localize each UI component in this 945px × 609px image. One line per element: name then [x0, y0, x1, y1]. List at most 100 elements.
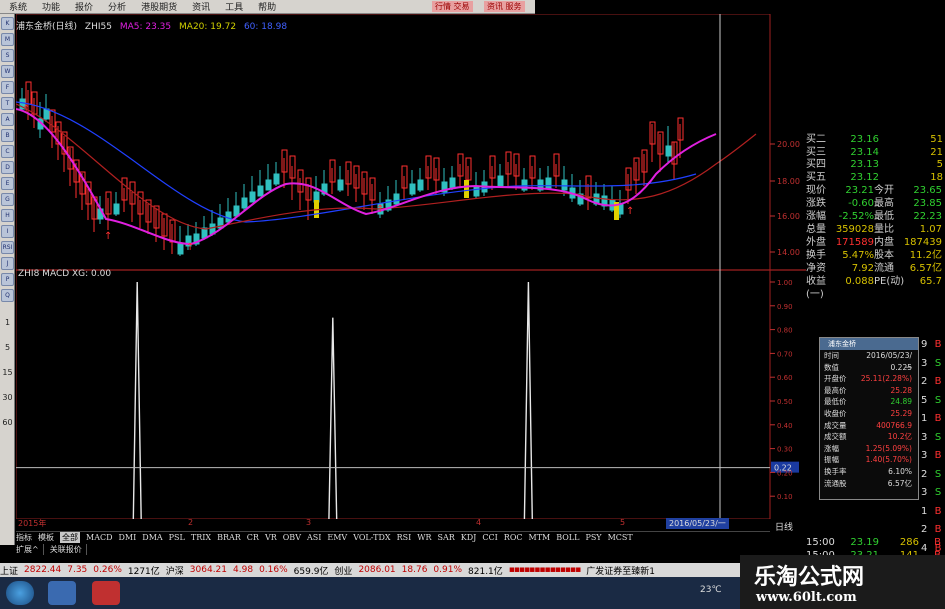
- ext-tab-0[interactable]: 扩展^: [16, 544, 44, 555]
- period-number-3[interactable]: 30: [0, 393, 15, 402]
- menu-item-5[interactable]: 资讯: [192, 0, 210, 13]
- menu-item-7[interactable]: 帮助: [258, 0, 276, 13]
- tool-button-5[interactable]: T: [1, 97, 14, 110]
- tab-8[interactable]: BRAR: [217, 533, 241, 542]
- candle-85: [671, 141, 678, 180]
- menu-item-2[interactable]: 报价: [75, 0, 93, 13]
- tab-7[interactable]: TRIX: [191, 533, 211, 542]
- menu-item-4[interactable]: 港股期货: [141, 0, 177, 13]
- tool-button-15[interactable]: J: [1, 257, 14, 270]
- broker-name[interactable]: 广发证券至臻新1: [586, 564, 655, 577]
- start-icon[interactable]: [6, 581, 34, 605]
- period-number-1[interactable]: 5: [0, 343, 15, 352]
- popup-key: 成交额: [824, 432, 847, 442]
- candle-52: [409, 170, 416, 196]
- app-icon[interactable]: [92, 581, 120, 605]
- tab-22[interactable]: BOLL: [556, 533, 579, 542]
- candle-14: [105, 191, 112, 230]
- tool-button-10[interactable]: E: [1, 177, 14, 190]
- ext-tab-1[interactable]: 关联报价: [50, 544, 87, 555]
- tab-23[interactable]: PSY: [585, 533, 601, 542]
- data-popup[interactable]: 浦东金桥 时间 2016/05/23/一 数值 0.225 开盘价 25.11(2.28%…: [819, 337, 919, 500]
- quote-val: -0.60: [848, 198, 874, 209]
- date-tick-1: 2: [188, 518, 194, 527]
- tab-16[interactable]: WR: [417, 533, 431, 542]
- tab-11[interactable]: OBV: [283, 533, 301, 542]
- tool-button-17[interactable]: Q: [1, 289, 14, 302]
- quote-key2: 今开: [874, 185, 894, 196]
- quote-key: 总量: [806, 224, 826, 235]
- period-label[interactable]: 日线: [775, 520, 793, 533]
- menu-item-0[interactable]: 系统: [9, 0, 27, 13]
- candle-69: [545, 166, 552, 190]
- tool-button-2[interactable]: S: [1, 49, 14, 62]
- tab-10[interactable]: VR: [265, 533, 277, 542]
- popup-val: 1.25(5.09%): [865, 443, 912, 453]
- candle-body-63: [497, 175, 504, 187]
- explorer-icon[interactable]: [48, 581, 76, 605]
- candle-84: [665, 126, 672, 162]
- tab-1[interactable]: 模板: [38, 532, 54, 543]
- tab-19[interactable]: CCI: [482, 533, 497, 542]
- tab-4[interactable]: DMI: [119, 533, 137, 542]
- sub-tick-5: 0.50: [777, 398, 793, 406]
- period-number-4[interactable]: 60: [0, 418, 15, 427]
- tool-button-16[interactable]: P: [1, 273, 14, 286]
- menu-extra-1[interactable]: 资讯 服务: [484, 1, 525, 12]
- candle-body-32: [249, 191, 256, 203]
- candle-64: [505, 151, 512, 186]
- quote-val2: 65.7: [919, 276, 942, 287]
- candle-body-4: [43, 108, 50, 120]
- quote-val2: 23.65: [913, 185, 942, 196]
- tab-18[interactable]: KDJ: [461, 533, 477, 542]
- candle-63: [497, 164, 504, 188]
- tab-3[interactable]: MACD: [86, 533, 113, 542]
- tool-button-4[interactable]: F: [1, 81, 14, 94]
- popup-val: 25.11(2.28%): [860, 374, 912, 384]
- tool-button-9[interactable]: D: [1, 161, 14, 174]
- period-number-2[interactable]: 15: [0, 368, 15, 377]
- tab-2[interactable]: 全部: [60, 532, 80, 543]
- tool-button-1[interactable]: M: [1, 33, 14, 46]
- tab-20[interactable]: ROC: [504, 533, 523, 542]
- ma5-line: [16, 108, 717, 246]
- tool-button-3[interactable]: W: [1, 65, 14, 78]
- tab-9[interactable]: CR: [247, 533, 259, 542]
- tab-5[interactable]: DMA: [142, 533, 162, 542]
- tab-24[interactable]: MCST: [608, 533, 633, 542]
- tab-13[interactable]: EMV: [327, 533, 347, 542]
- tab-0[interactable]: 指标: [16, 532, 32, 543]
- tool-button-14[interactable]: RSI: [1, 241, 14, 254]
- tab-14[interactable]: VOL-TDX: [353, 533, 390, 542]
- tab-6[interactable]: PSL: [169, 533, 185, 542]
- tool-button-12[interactable]: H: [1, 209, 14, 222]
- candle-15: [113, 192, 120, 216]
- tab-17[interactable]: SAR: [438, 533, 455, 542]
- popup-key: 流通股: [824, 478, 847, 488]
- quote-key2: 流通: [874, 263, 894, 274]
- candle-83: [657, 131, 664, 172]
- tool-button-8[interactable]: C: [1, 145, 14, 158]
- tool-button-0[interactable]: K: [1, 17, 14, 30]
- popup-key: 成交量: [824, 420, 847, 430]
- tool-button-13[interactable]: I: [1, 225, 14, 238]
- candle-22: [169, 219, 176, 254]
- menu-item-6[interactable]: 工具: [225, 0, 243, 13]
- tool-button-7[interactable]: B: [1, 129, 14, 142]
- popup-key: 收盘价: [824, 408, 847, 418]
- tab-12[interactable]: ASI: [307, 533, 321, 542]
- menu-item-1[interactable]: 功能: [42, 0, 60, 13]
- tool-button-11[interactable]: G: [1, 193, 14, 206]
- menu-extra-0[interactable]: 行情 交易: [432, 1, 473, 12]
- tab-15[interactable]: RSI: [397, 533, 412, 542]
- candle-58: [457, 153, 464, 188]
- chart-area[interactable]: 20.0018.0016.0014.00↑↑↑ ↑↑0.221.000.900.8…: [16, 14, 806, 519]
- tab-21[interactable]: MTM: [529, 533, 551, 542]
- tool-button-6[interactable]: A: [1, 113, 14, 126]
- side-flag-row-5: 3S: [921, 429, 945, 448]
- menu-item-3[interactable]: 分析: [108, 0, 126, 13]
- period-number-0[interactable]: 1: [0, 318, 15, 327]
- side-flag-side: B: [934, 450, 942, 461]
- sub-indicator-title: ZHI8 MACD XG: 0.00: [18, 269, 111, 279]
- popup-row-9: 振幅 1.40(5.70%): [820, 454, 918, 466]
